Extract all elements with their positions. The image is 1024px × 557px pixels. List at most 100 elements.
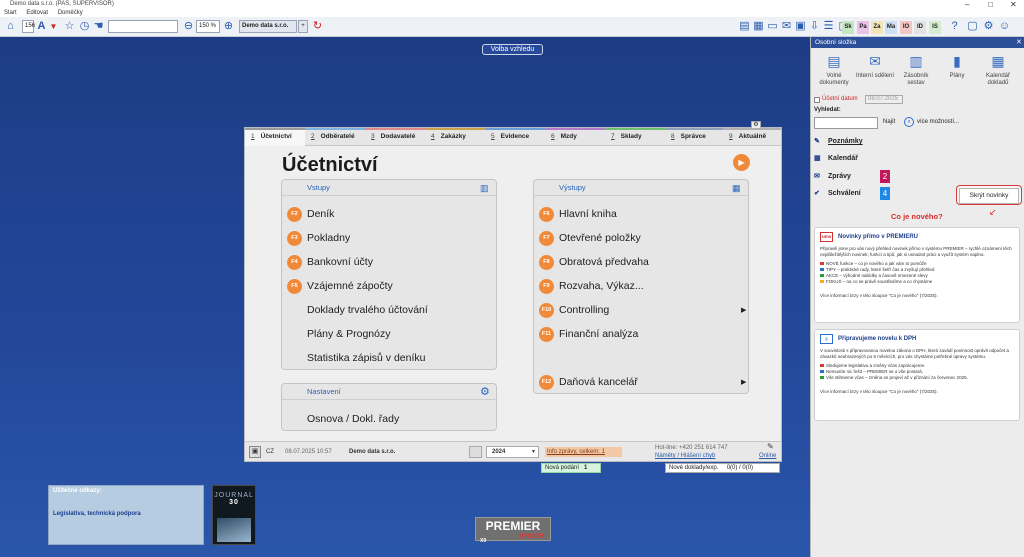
window-menu-icon[interactable]: ▣ [249, 446, 261, 458]
menu-item-hlavni-kniha[interactable]: F6 Hlavní kniha [539, 207, 617, 222]
window-layout-icon[interactable]: ▢ [966, 20, 979, 33]
menu-item-vzajemne-zapocty[interactable]: F5 Vzájemné zápočty [287, 279, 393, 294]
tab-spravce[interactable]: 8 Správce [665, 128, 723, 146]
menu-item-pokladny[interactable]: F3 Pokladny [287, 231, 350, 246]
print-icon[interactable]: ▤ [738, 20, 751, 33]
ucetni-datum-field[interactable]: 08.07.2025 [865, 95, 903, 104]
nove-doklady-badge[interactable]: Nové doklady/exp. 0(0) / 0(0) [665, 463, 780, 473]
tab-odberatele[interactable]: 2 Odběratelé [305, 128, 365, 146]
module-is[interactable]: IS [929, 21, 941, 34]
add-tab-button[interactable]: + [298, 20, 308, 33]
skryt-novinky-button[interactable]: Skrýt novinky [956, 185, 1022, 205]
news-card[interactable]: NEW Novinky přímo v PREMIERU Připravili j… [814, 227, 1020, 323]
close-icon[interactable]: ✕ [1010, 0, 1017, 9]
logo-version: X9 [480, 538, 487, 544]
list-icon[interactable]: ☰ [822, 20, 835, 33]
tab-mzdy[interactable]: 6 Mzdy [545, 128, 605, 146]
refresh-icon[interactable]: ↻ [311, 20, 324, 33]
vice-moznosti-link[interactable]: více možností... [917, 119, 959, 125]
zoom-out-icon[interactable]: ⊖ [182, 20, 195, 33]
info-zpravy-link[interactable]: Info zprávy, celkem: 1 [545, 447, 622, 457]
vyhledat-input[interactable] [814, 117, 878, 129]
volba-vzhledu-button[interactable]: Volba vzhledu [482, 44, 543, 55]
download-icon[interactable]: ⇩ [808, 20, 821, 33]
menu-item-financni-analyza[interactable]: F11 Finanční analýza [539, 327, 638, 342]
module-sk[interactable]: Sk [842, 21, 854, 34]
zasobnik-sestav-button[interactable]: ▥ Zásobník sestav [896, 50, 936, 95]
mail-icon[interactable]: ✉ [780, 20, 793, 33]
search-options-icon[interactable]: ⌕ [904, 117, 914, 127]
menu-item-plany-prognozy[interactable]: Plány & Prognózy [287, 327, 390, 341]
record-field[interactable]: 156 [22, 20, 35, 33]
menu-item-statistika-zapisu[interactable]: Statistika zápisů v deníku [287, 351, 425, 365]
kalendar-dokladu-button[interactable]: ▦ Kalendář dokladů [978, 50, 1018, 95]
ucetni-datum-checkbox[interactable] [814, 97, 820, 103]
plany-button[interactable]: ▮ Plány [937, 50, 977, 95]
schvaleni-row[interactable]: ✔ Schválení [814, 189, 861, 199]
menu-item-rozvaha-vykaz[interactable]: F9 Rozvaha, Výkaz... [539, 279, 644, 294]
module-ma[interactable]: Ma [885, 21, 897, 34]
tab-evidence[interactable]: 5 Evidence [485, 128, 545, 146]
archive-icon[interactable]: ▣ [794, 20, 807, 33]
company-tab[interactable]: Demo data s.r.o. [239, 20, 297, 33]
zoom-field[interactable]: 150 % [196, 20, 220, 33]
tab-aktualne[interactable]: 9 Aktuálně [723, 128, 781, 146]
journal-thumbnail[interactable]: JOURNAL 30 [212, 485, 256, 545]
tab-zakazky[interactable]: 4 Zakázky [425, 128, 485, 146]
favorite-star-icon[interactable]: ☆ [63, 20, 76, 33]
history-clock-icon[interactable]: ◷ [78, 20, 91, 33]
user-icon[interactable]: ☺ [998, 20, 1011, 33]
interni-sdeleni-button[interactable]: ✉ Interní sdělení [855, 50, 895, 95]
play-video-icon[interactable]: ▶ [733, 154, 750, 171]
najit-button[interactable]: Najít [883, 119, 895, 125]
menu-editovat[interactable]: Editovat [26, 10, 48, 16]
menu-item-otevrene-polozky[interactable]: F7 Otevřené položky [539, 231, 641, 246]
logo-sub: SYSTEM [519, 534, 544, 540]
module-io[interactable]: IO [900, 21, 912, 34]
tab-ucetnictvi[interactable]: 1 Účetnictví [245, 128, 305, 146]
year-prev-button[interactable] [469, 446, 482, 458]
folder-icon[interactable]: ▭ [766, 20, 779, 33]
menu-item-denik[interactable]: F2 Deník [287, 207, 334, 222]
pane-close-icon[interactable]: ✕ [1016, 38, 1022, 46]
gear-icon[interactable]: ⚙ [480, 386, 492, 398]
co-je-noveho-heading: Co je nového? [891, 212, 943, 221]
volne-dokumenty-button[interactable]: ▤ Volné dokumenty [814, 50, 854, 95]
news-more: Více informací brzy v této sloupce "Co j… [820, 293, 938, 298]
hand-pointer-icon[interactable]: ☚ [92, 20, 105, 33]
minimize-icon[interactable]: – [965, 0, 969, 9]
zpravy-row[interactable]: ✉ Zprávy [814, 172, 851, 182]
menu-item-doklady-trvaleho-uctovani[interactable]: Doklady trvalého účtování [287, 303, 428, 317]
menu-item-controlling[interactable]: F10 Controlling [539, 303, 609, 318]
tab-dodavatele[interactable]: 3 Dodavatelé [365, 128, 425, 146]
dropdown-arrow-icon[interactable]: ▼ [47, 20, 60, 33]
year-select[interactable]: 2024 ▼ [486, 446, 539, 458]
home-icon[interactable]: ⌂ [4, 20, 17, 33]
menu-domecky[interactable]: Doměčky [58, 10, 83, 16]
news-card[interactable]: § Připravujeme novelu k DPH V souvislosti… [814, 329, 1020, 421]
menu-item-osnova-dokl-rady[interactable]: Osnova / Dokl. řady [287, 412, 399, 426]
module-id[interactable]: ID [914, 21, 926, 34]
news-title: Připravujeme novelu k DPH [838, 336, 917, 342]
menu-item-danova-kancelar[interactable]: F12 Daňová kancelář [539, 375, 638, 390]
help-icon[interactable]: ? [948, 20, 961, 33]
menu-item-obratova-predvaha[interactable]: F8 Obratová předvaha [539, 255, 649, 270]
module-pa[interactable]: Pa [857, 21, 869, 34]
kalendar-row[interactable]: ▦ Kalendář [814, 154, 858, 164]
tab-sklady[interactable]: 7 Sklady [605, 128, 665, 146]
calendar-doc-icon: ▤ [827, 53, 841, 69]
logo-main: PREMIER [485, 519, 541, 533]
links-title: Užitečné odkazy: [53, 488, 102, 494]
links-item[interactable]: Legislativa, technická podpora [53, 511, 141, 517]
module-za[interactable]: Za [871, 21, 883, 34]
nova-podani-badge[interactable]: Nová podání 1 [541, 463, 601, 473]
search-field[interactable] [108, 20, 178, 33]
maximize-icon[interactable]: □ [988, 0, 993, 9]
poznamky-row[interactable]: ✎ Poznámky [814, 137, 863, 147]
export-icon[interactable]: ▦ [752, 20, 765, 33]
menu-item-bankovni-ucty[interactable]: F4 Bankovní účty [287, 255, 373, 270]
menu-start[interactable]: Start [4, 10, 17, 16]
settings-icon[interactable]: ⚙ [982, 20, 995, 33]
vyhledat-label: Vyhledat: [814, 107, 841, 113]
zoom-in-icon[interactable]: ⊕ [222, 20, 235, 33]
